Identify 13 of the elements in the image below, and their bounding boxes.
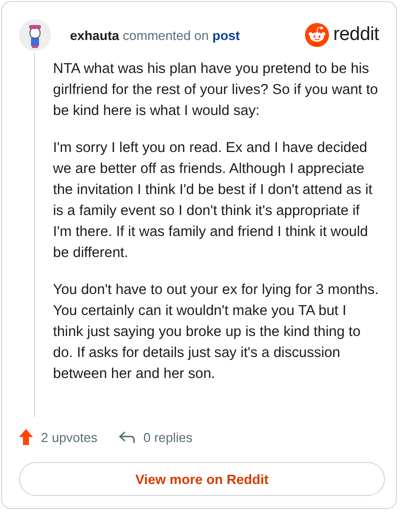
comment-paragraph: I'm sorry I left you on read. Ex and I have decided we are better off as friends. Although I appreciate the invitation I think I'd be best if I don't attend as it is a family event so I don't think it's appropriate if I'm there. If it was family and friend I think it would be different. [53, 139, 374, 263]
reddit-logo-icon [305, 23, 330, 47]
view-more-button[interactable]: View more on Reddit [19, 462, 385, 496]
comment-paragraph: You don't have to out your ex for lying for 3 months. You certainly can it wouldn't make you TA but I think just saying you broke up is the kind thing to do. If asks for details just say it's a discussion between her and her son. [53, 281, 380, 384]
reply-arrow-icon [119, 431, 136, 443]
comment-paragraph: NTA what was his plan have you pretend to be his girlfriend for the rest of your lives? So if you want to be kind here is what I would say: [53, 60, 380, 121]
avatar-icon [19, 19, 51, 51]
upvote-arrow-icon [19, 429, 33, 445]
reply-count: 0 replies [143, 430, 193, 444]
brand-name: reddit [333, 24, 379, 46]
upvote-count: 2 upvotes [41, 430, 98, 444]
post-link[interactable]: post [212, 28, 240, 42]
comment-header: exhauta commented on post [70, 28, 241, 42]
